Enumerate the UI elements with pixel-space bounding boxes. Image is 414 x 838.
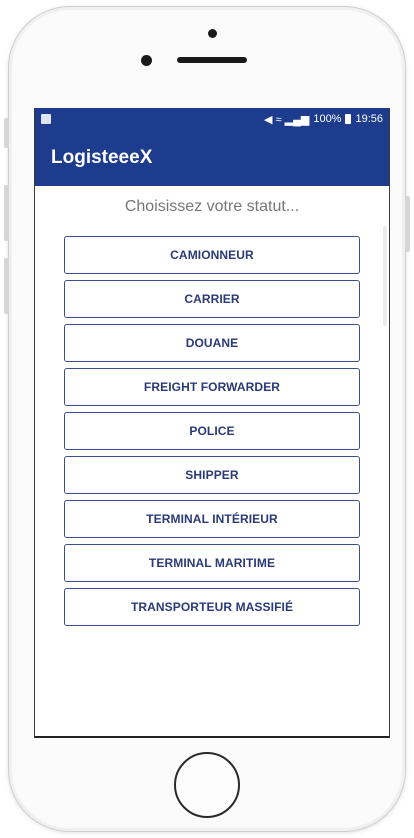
scrollbar[interactable]: [383, 226, 387, 326]
status-button-carrier[interactable]: CARRIER: [64, 280, 360, 318]
battery-percent: 100%: [313, 113, 342, 125]
status-button-terminal-maritime[interactable]: TERMINAL MARITIME: [64, 544, 360, 582]
battery-icon: [345, 114, 352, 124]
mute-switch: [4, 118, 9, 148]
status-button-shipper[interactable]: SHIPPER: [64, 456, 360, 494]
front-camera: [208, 29, 217, 38]
home-button[interactable]: [174, 752, 240, 818]
status-button-transporteur-massifie[interactable]: TRANSPORTEUR MASSIFIÉ: [64, 588, 360, 626]
notification-icon: [41, 114, 51, 124]
status-prompt: Choisissez votre statut...: [124, 198, 300, 215]
clock: 19:56: [355, 113, 383, 125]
app-bar: LogisteeeX: [35, 130, 389, 186]
power-button: [405, 196, 410, 252]
app-title: LogisteeeX: [51, 147, 153, 168]
status-bar: ◀ ≈ ▂▄▆ 100% 19:56: [35, 108, 389, 130]
status-button-douane[interactable]: DOUANE: [64, 324, 360, 362]
status-option-list: CAMIONNEUR CARRIER DOUANE FREIGHT FORWAR…: [64, 236, 360, 632]
signal-icons: ◀ ≈ ▂▄▆: [264, 113, 310, 126]
app-screen: ◀ ≈ ▂▄▆ 100% 19:56 LogisteeeX Choisissez…: [34, 108, 390, 738]
status-button-terminal-interieur[interactable]: TERMINAL INTÉRIEUR: [64, 500, 360, 538]
volume-down-button: [4, 258, 9, 314]
proximity-sensor: [141, 55, 152, 66]
earpiece-speaker: [177, 57, 247, 63]
status-button-freight-forwarder[interactable]: FREIGHT FORWARDER: [64, 368, 360, 406]
status-button-police[interactable]: POLICE: [64, 412, 360, 450]
status-indicators: ◀ ≈ ▂▄▆ 100% 19:56: [264, 113, 383, 126]
volume-up-button: [4, 185, 9, 241]
status-button-camionneur[interactable]: CAMIONNEUR: [64, 236, 360, 274]
